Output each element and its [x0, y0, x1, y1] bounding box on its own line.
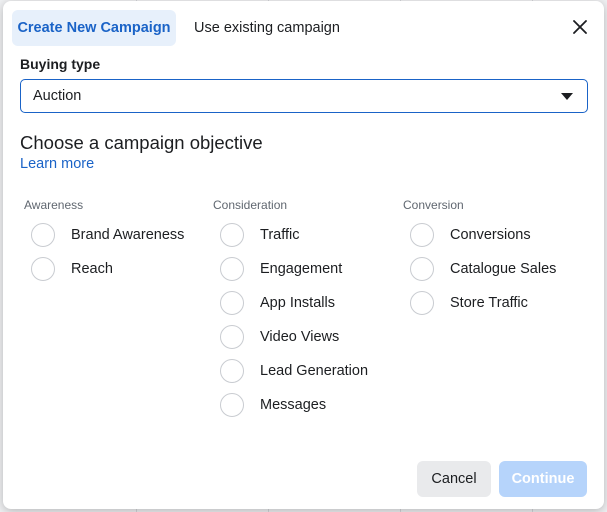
option-label: Video Views [260, 329, 340, 345]
learn-more-link[interactable]: Learn more [20, 156, 94, 172]
objective-option-brand-awareness[interactable]: Brand Awareness [24, 218, 184, 252]
objective-option-traffic[interactable]: Traffic [213, 218, 368, 252]
option-label: Messages [260, 397, 327, 413]
radio-button[interactable] [220, 257, 244, 281]
close-button[interactable] [568, 15, 592, 39]
column-heading: Awareness [24, 198, 84, 212]
objective-option-video-views[interactable]: Video Views [213, 320, 368, 354]
objective-column-consideration: Consideration Traffic Engagement App Ins… [213, 198, 368, 422]
objective-option-conversions[interactable]: Conversions [403, 218, 556, 252]
objective-option-lead-generation[interactable]: Lead Generation [213, 354, 368, 388]
buying-type-value: Auction [33, 88, 82, 104]
tab-label: Use existing campaign [194, 20, 340, 36]
option-label: Brand Awareness [71, 227, 185, 243]
continue-button[interactable]: Continue [499, 461, 587, 497]
tab-label: Create New Campaign [17, 20, 171, 36]
create-campaign-dialog: Create New Campaign Use existing campaig… [3, 1, 604, 509]
option-label: Catalogue Sales [450, 261, 557, 277]
option-label: Store Traffic [450, 295, 528, 311]
option-label: App Installs [260, 295, 335, 311]
option-label: Engagement [260, 261, 343, 277]
tab-use-existing-campaign[interactable]: Use existing campaign [183, 10, 351, 46]
objective-option-reach[interactable]: Reach [24, 252, 184, 286]
chevron-down-icon [561, 93, 573, 100]
option-label: Reach [71, 261, 113, 277]
close-icon [573, 20, 587, 34]
buying-type-select[interactable]: Auction [20, 79, 588, 113]
cancel-button-label: Cancel [431, 471, 477, 487]
radio-button[interactable] [220, 393, 244, 417]
option-label: Conversions [450, 227, 531, 243]
continue-button-label: Continue [511, 471, 575, 487]
radio-button[interactable] [410, 223, 434, 247]
radio-button[interactable] [220, 291, 244, 315]
radio-button[interactable] [220, 325, 244, 349]
radio-button[interactable] [220, 223, 244, 247]
objective-option-store-traffic[interactable]: Store Traffic [403, 286, 556, 320]
objective-option-engagement[interactable]: Engagement [213, 252, 368, 286]
objective-option-catalogue-sales[interactable]: Catalogue Sales [403, 252, 556, 286]
objective-option-messages[interactable]: Messages [213, 388, 368, 422]
objective-column-conversion: Conversion Conversions Catalogue Sales S… [403, 198, 556, 320]
option-label: Traffic [260, 227, 300, 243]
radio-button[interactable] [31, 223, 55, 247]
objective-option-app-installs[interactable]: App Installs [213, 286, 368, 320]
column-heading: Conversion [403, 198, 464, 212]
radio-button[interactable] [220, 359, 244, 383]
option-label: Lead Generation [260, 363, 369, 379]
radio-button[interactable] [410, 257, 434, 281]
cancel-button[interactable]: Cancel [417, 461, 491, 497]
column-heading: Consideration [213, 198, 288, 212]
radio-button[interactable] [410, 291, 434, 315]
radio-button[interactable] [31, 257, 55, 281]
tab-create-new-campaign[interactable]: Create New Campaign [12, 10, 176, 46]
objective-title: Choose a campaign objective [20, 132, 263, 153]
objective-column-awareness: Awareness Brand Awareness Reach [24, 198, 184, 286]
buying-type-label: Buying type [20, 56, 101, 72]
